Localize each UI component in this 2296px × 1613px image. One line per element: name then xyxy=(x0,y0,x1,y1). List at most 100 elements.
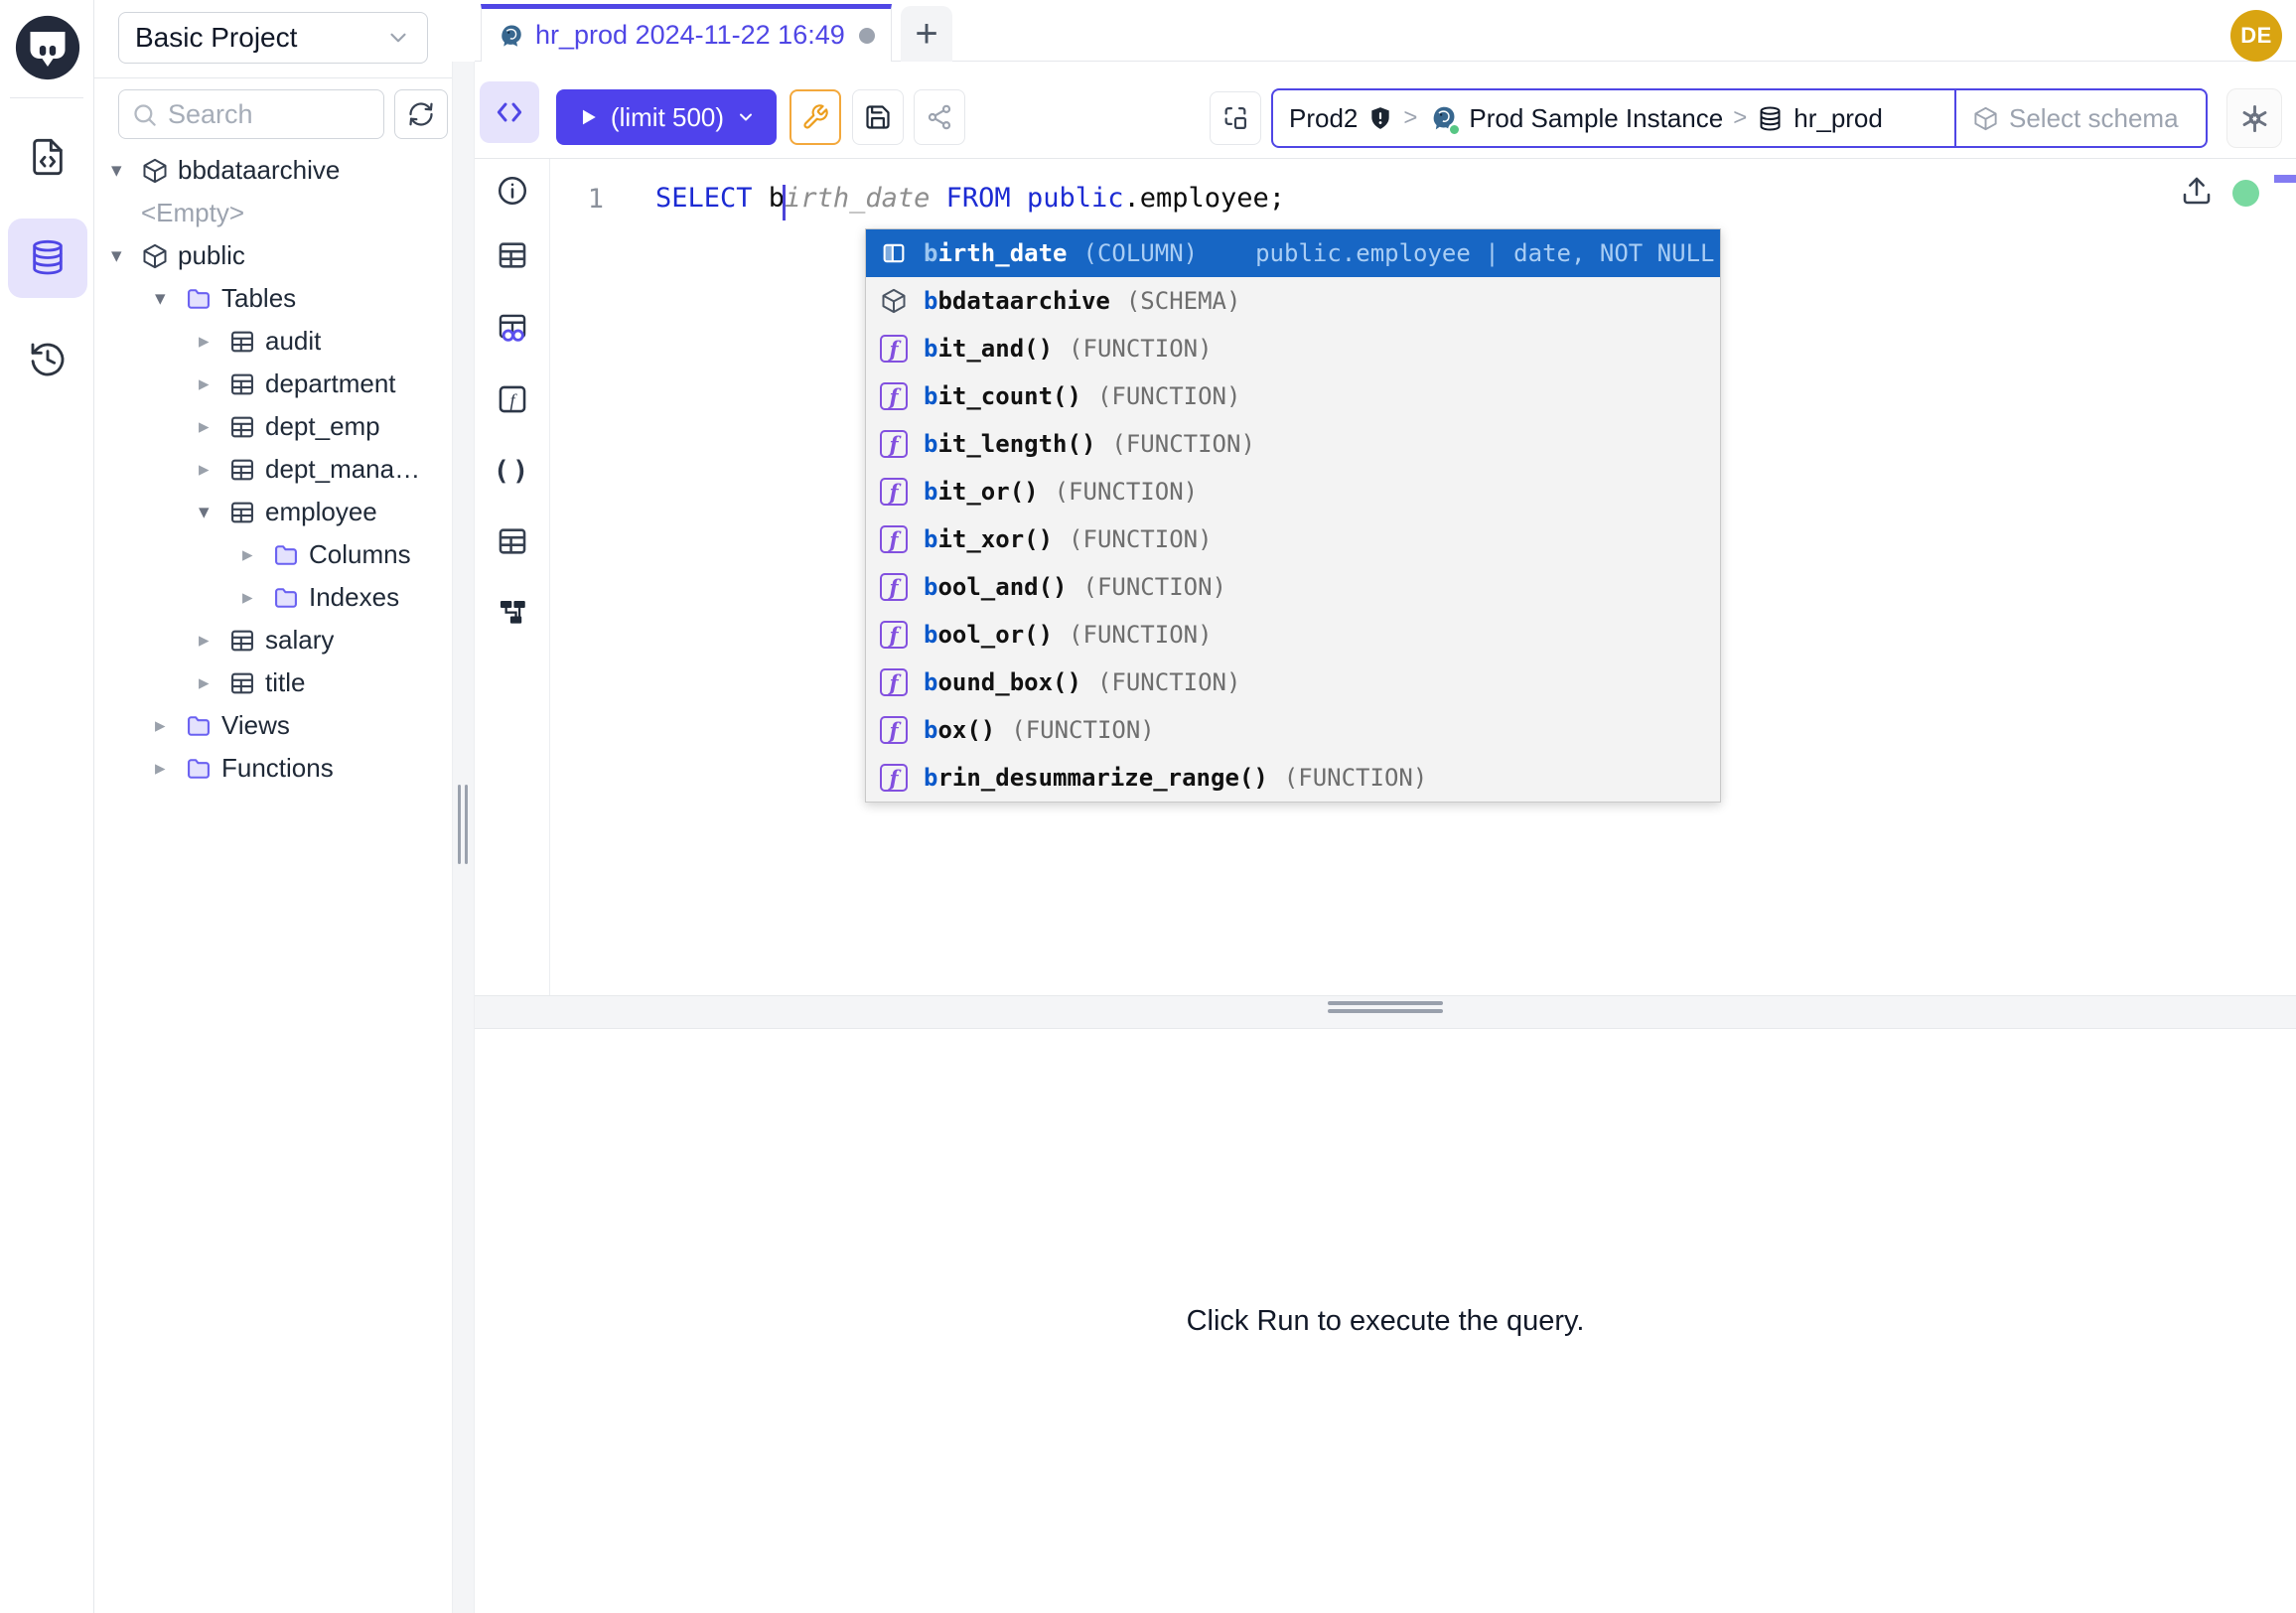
suggestion-bbdataarchive[interactable]: bbdataarchive(SCHEMA) xyxy=(866,277,1720,325)
format-sql-button[interactable] xyxy=(789,89,841,145)
tree-node-title[interactable]: ▸title xyxy=(94,661,452,704)
tree-node-bbdataarchive[interactable]: ▾bbdataarchive xyxy=(94,149,452,192)
caret-right-icon[interactable]: ▸ xyxy=(199,670,228,695)
table-icon[interactable] xyxy=(496,238,529,272)
tree-node-tables[interactable]: ▾ Tables xyxy=(94,277,452,320)
breadcrumb-separator: > xyxy=(1733,104,1747,132)
database-name: hr_prod xyxy=(1794,103,1883,134)
suggestion-bound_box-[interactable]: fbound_box()(FUNCTION) xyxy=(866,659,1720,706)
suggestion-bool_or-[interactable]: fbool_or()(FUNCTION) xyxy=(866,611,1720,659)
function-icon[interactable]: f xyxy=(496,382,529,416)
tree-node-dept-mana-[interactable]: ▸dept_mana… xyxy=(94,448,452,491)
new-tab-button[interactable]: + xyxy=(901,6,952,62)
suggestion-bit_xor-[interactable]: fbit_xor()(FUNCTION) xyxy=(866,515,1720,563)
save-icon xyxy=(864,103,892,131)
search-input[interactable] xyxy=(168,99,371,130)
folder-icon xyxy=(185,285,221,313)
connection-context[interactable]: Prod2 > Prod Sample Instance > hr_prod xyxy=(1273,90,1954,146)
user-avatar[interactable]: DE xyxy=(2230,10,2282,62)
caret-right-icon[interactable]: ▸ xyxy=(199,457,228,482)
tree-node-employee[interactable]: ▾employee xyxy=(94,491,452,533)
result-placeholder-message: Click Run to execute the query. xyxy=(1187,1305,1585,1338)
suggestion-kind: (FUNCTION) xyxy=(1069,525,1213,553)
suggestion-brin_desummarize_range-[interactable]: fbrin_desummarize_range()(FUNCTION) xyxy=(866,754,1720,802)
tree-node-label: dept_emp xyxy=(265,411,380,442)
suggestion-birth_date[interactable]: birth_date(COLUMN)public.employee | date… xyxy=(866,229,1720,277)
caret-down-icon[interactable]: ▾ xyxy=(111,158,141,183)
caret-down-icon[interactable]: ▾ xyxy=(155,286,185,311)
suggestion-box-[interactable]: fbox()(FUNCTION) xyxy=(866,706,1720,754)
ai-assistant-button[interactable] xyxy=(2226,88,2282,148)
caret-right-icon[interactable]: ▸ xyxy=(155,756,185,781)
rail-item-worksheet[interactable] xyxy=(8,117,87,197)
suggestion-bool_and-[interactable]: fbool_and()(FUNCTION) xyxy=(866,563,1720,611)
code-line-1: 1 SELECT birth_date FROM public.employee… xyxy=(550,177,1285,220)
bytebase-logo-icon[interactable] xyxy=(13,13,82,82)
sql-editor-app: Basic Project ▾bbdataarchive<Empty>▾publ… xyxy=(0,0,2296,1613)
caret-right-icon[interactable]: ▸ xyxy=(199,329,228,354)
batch-query-button[interactable] xyxy=(1210,91,1261,145)
tree-node-functions[interactable]: ▸Functions xyxy=(94,747,452,790)
suggestion-kind: (FUNCTION) xyxy=(1111,430,1255,458)
schema-icon xyxy=(141,242,178,270)
caret-right-icon[interactable]: ▸ xyxy=(199,414,228,439)
tree-node-label: Tables xyxy=(221,283,296,314)
code-area[interactable]: 1 SELECT birth_date FROM public.employee… xyxy=(550,159,2296,995)
suggestion-label: birth_date xyxy=(924,239,1068,267)
table-icon xyxy=(228,370,265,398)
rail-item-databases[interactable] xyxy=(8,219,87,298)
chevron-down-icon xyxy=(385,25,411,51)
tree-node-columns[interactable]: ▸Columns xyxy=(94,533,452,576)
diagram-icon[interactable] xyxy=(496,596,529,630)
run-button[interactable]: (limit 500) xyxy=(556,89,777,145)
tree-node-dept-emp[interactable]: ▸ dept_emp xyxy=(94,405,452,448)
suggestion-label: brin_desummarize_range() xyxy=(924,764,1268,792)
caret-down-icon[interactable]: ▾ xyxy=(111,243,141,268)
suggestion-bit_and-[interactable]: fbit_and()(FUNCTION) xyxy=(866,325,1720,372)
caret-right-icon[interactable]: ▸ xyxy=(242,585,272,610)
share-button[interactable] xyxy=(914,89,965,145)
function-icon: f xyxy=(878,430,910,458)
suggestion-bit_count-[interactable]: fbit_count()(FUNCTION) xyxy=(866,372,1720,420)
suggestion-bit_length-[interactable]: fbit_length()(FUNCTION) xyxy=(866,420,1720,468)
table-icon xyxy=(228,328,265,356)
tree-node-department[interactable]: ▸department xyxy=(94,363,452,405)
suggestion-bit_or-[interactable]: fbit_or()(FUNCTION) xyxy=(866,468,1720,515)
caret-down-icon[interactable]: ▾ xyxy=(199,500,228,524)
project-selector[interactable]: Basic Project xyxy=(118,12,428,64)
table-icon[interactable] xyxy=(496,524,529,558)
tab-title: hr_prod 2024-11-22 16:49 xyxy=(535,20,845,51)
run-label: (limit 500) xyxy=(611,102,724,133)
rail-item-history[interactable] xyxy=(8,320,87,399)
sidebar-resize-handle[interactable] xyxy=(452,62,475,1613)
schema-icon xyxy=(1972,105,1999,132)
table-icon xyxy=(228,413,265,441)
code-panel-toggle[interactable] xyxy=(480,81,539,143)
results-resize-handle[interactable] xyxy=(475,995,2296,1029)
caret-right-icon[interactable]: ▸ xyxy=(199,628,228,653)
tree-node-audit[interactable]: ▸audit xyxy=(94,320,452,363)
schema-selector[interactable]: Select schema xyxy=(1954,90,2206,146)
save-button[interactable] xyxy=(852,89,904,145)
tree-node-indexes[interactable]: ▸Indexes xyxy=(94,576,452,619)
suggestion-label: bit_and() xyxy=(924,335,1053,363)
tree-node-salary[interactable]: ▸salary xyxy=(94,619,452,661)
refresh-button[interactable] xyxy=(394,89,448,139)
upload-sql-icon[interactable] xyxy=(2181,175,2213,207)
environment-name: Prod2 xyxy=(1289,103,1358,134)
tree-search[interactable] xyxy=(118,89,384,139)
tab-hr-prod[interactable]: hr_prod 2024-11-22 16:49 xyxy=(481,4,892,62)
info-icon[interactable] xyxy=(496,174,529,208)
tree-node-views[interactable]: ▸Views xyxy=(94,704,452,747)
parentheses-icon[interactable]: () xyxy=(496,454,529,488)
caret-right-icon[interactable]: ▸ xyxy=(155,713,185,738)
folder-icon xyxy=(185,712,221,740)
caret-right-icon[interactable]: ▸ xyxy=(199,371,228,396)
sql-editor-pane: f () 1 SELECT birth_date FROM public.empl… xyxy=(475,159,2296,995)
tree-node--empty-[interactable]: <Empty> xyxy=(94,192,452,234)
tree-node-public[interactable]: ▾public xyxy=(94,234,452,277)
table-search-icon[interactable] xyxy=(496,311,529,345)
postgresql-icon xyxy=(496,21,525,51)
caret-right-icon[interactable]: ▸ xyxy=(242,542,272,567)
suggestion-label: bit_or() xyxy=(924,478,1039,506)
